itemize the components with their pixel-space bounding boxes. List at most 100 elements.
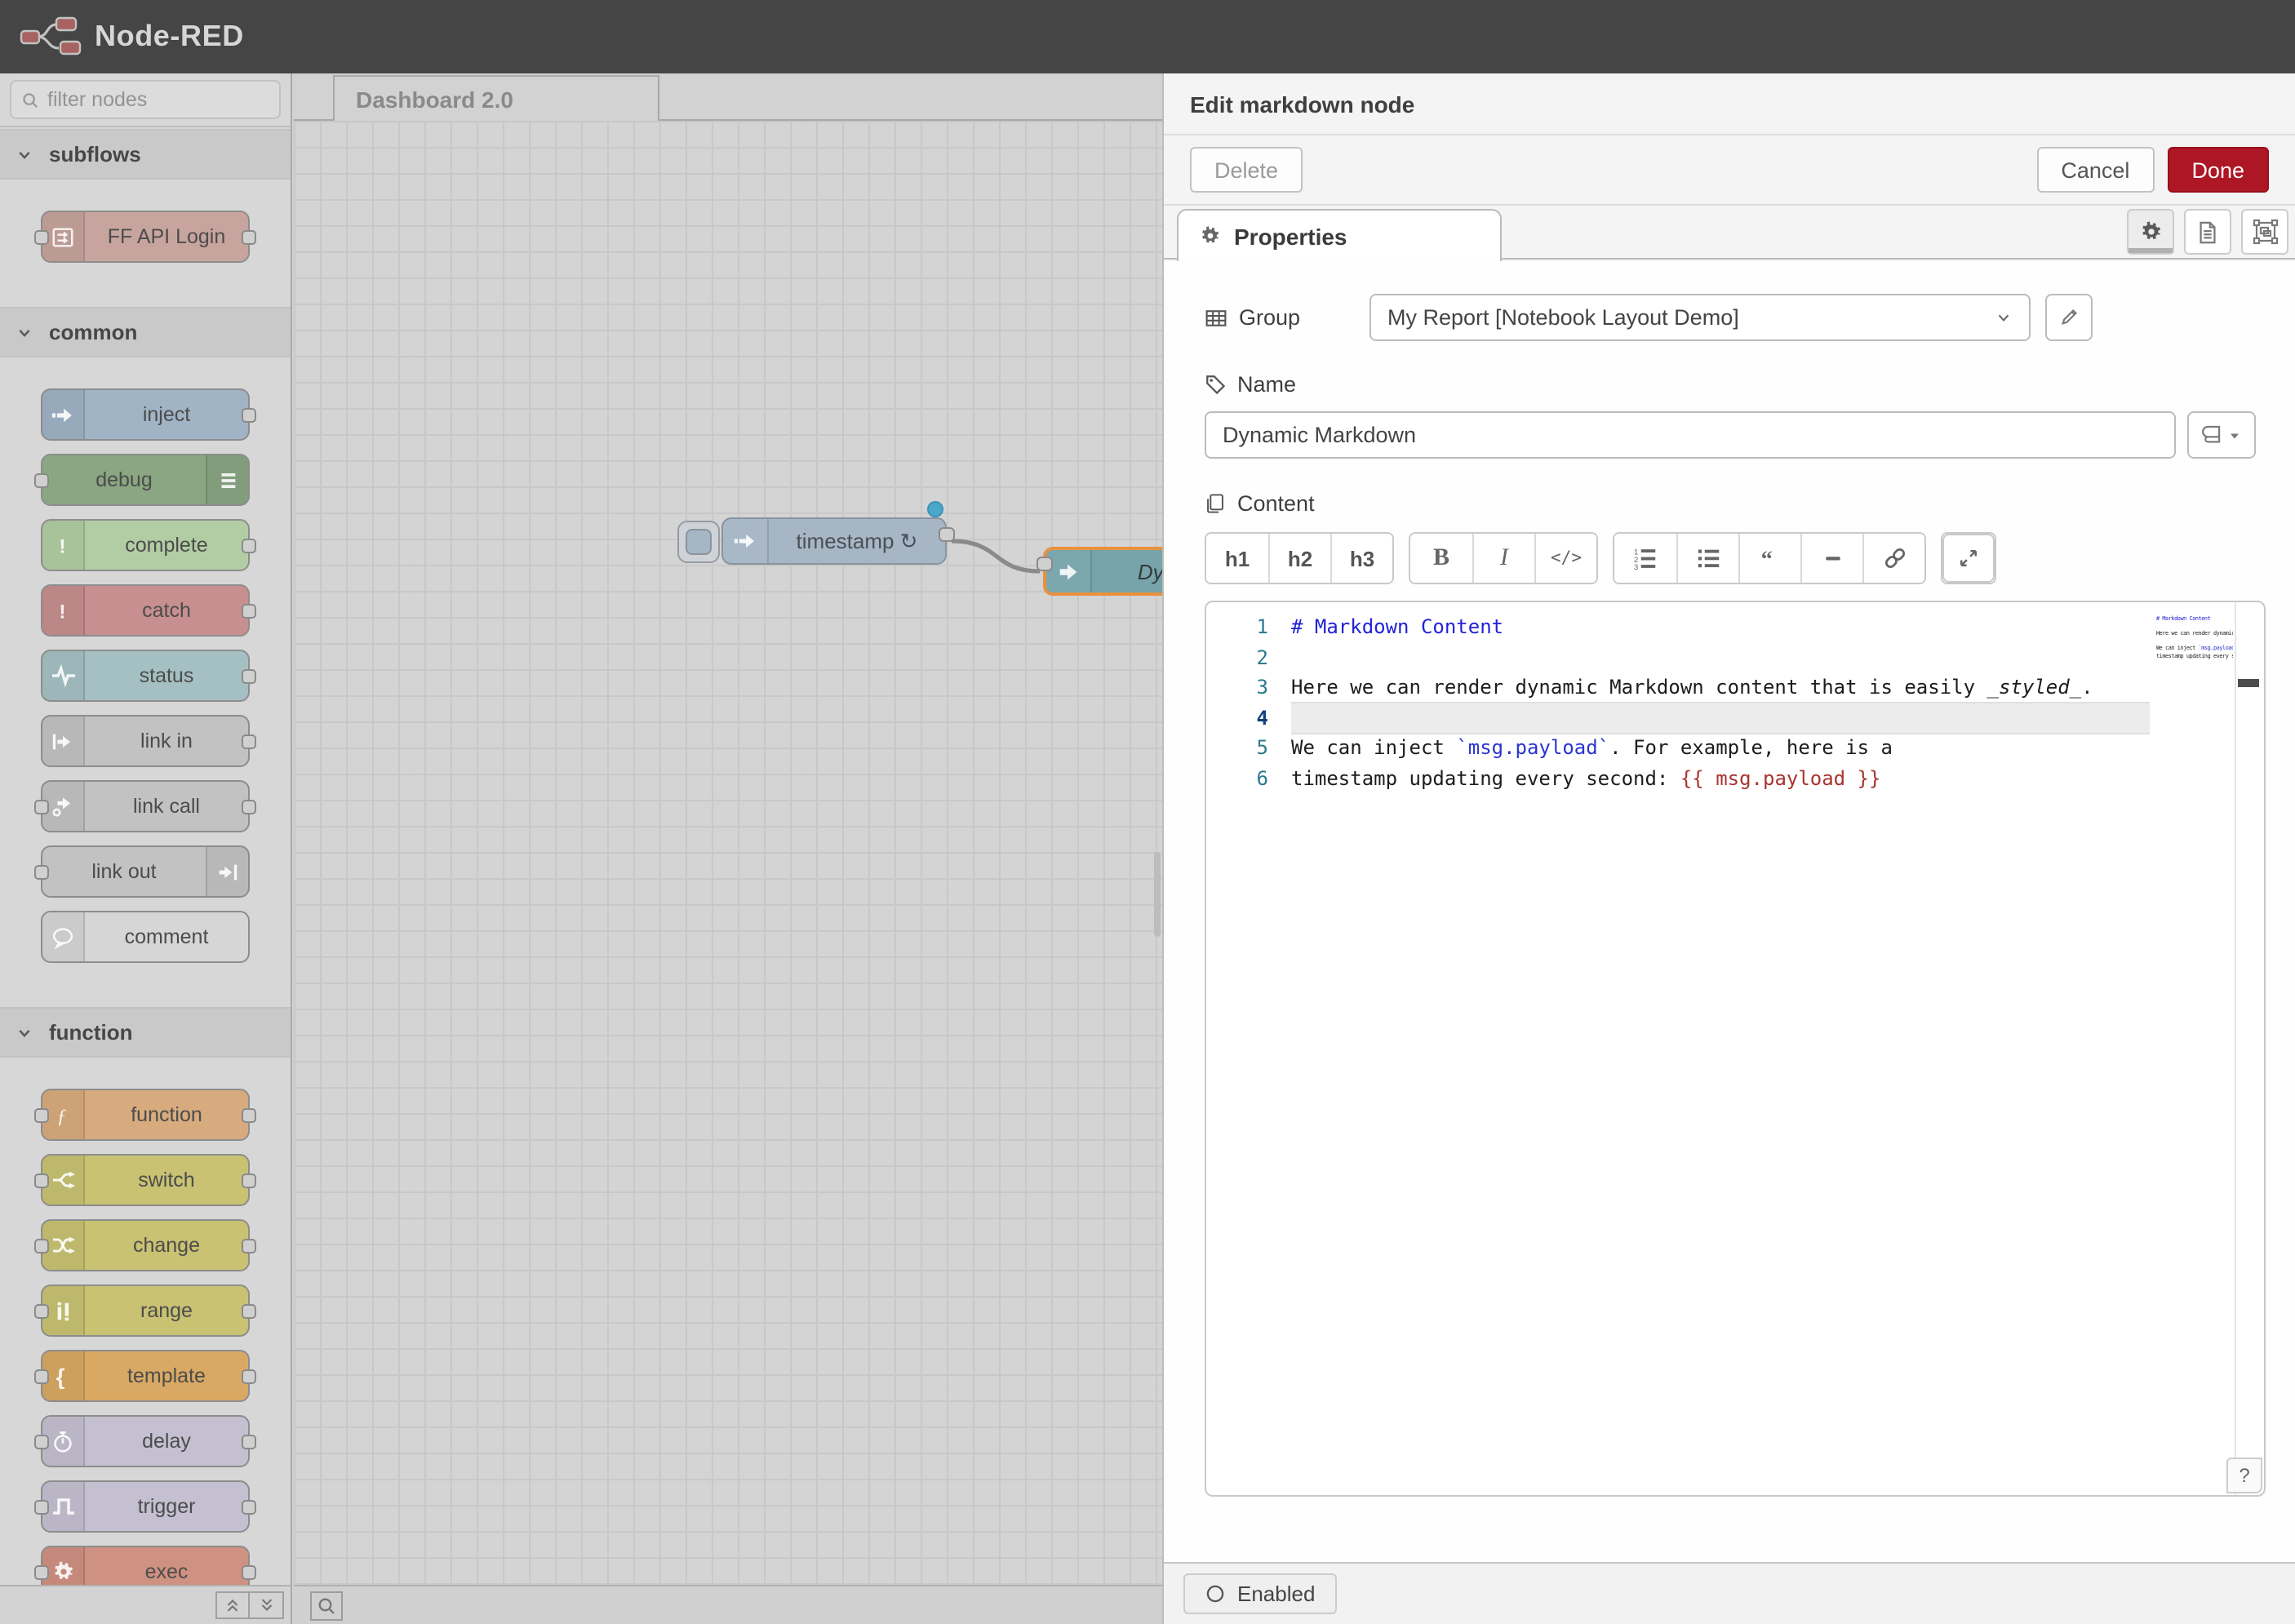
debug-icon (215, 468, 240, 492)
table-icon (1205, 306, 1227, 329)
code-button[interactable]: </> (1534, 534, 1596, 583)
inject-icon (733, 529, 757, 553)
markdown-code-editor[interactable]: 1# Markdown Content23Here we can render … (1205, 601, 2266, 1497)
toolbar-group: h1h2h3 (1205, 532, 1394, 584)
hr-button[interactable] (1800, 534, 1862, 583)
palette-category-body: ƒfunction switch change range {template delay… (0, 1058, 291, 1585)
palette-expand-all-button[interactable] (250, 1591, 284, 1619)
node-input-port[interactable] (1037, 557, 1053, 571)
node-enabled-toggle[interactable]: Enabled (1183, 1573, 1336, 1614)
palette-node-label: delay (85, 1417, 248, 1466)
palette-node-exec[interactable]: exec (41, 1546, 250, 1585)
editor-help-button[interactable]: ? (2226, 1458, 2262, 1493)
palette-node-inject[interactable]: inject (41, 388, 250, 441)
h2-button[interactable]: h2 (1268, 534, 1330, 583)
done-button[interactable]: Done (2167, 147, 2269, 193)
palette-node-catch[interactable]: !catch (41, 584, 250, 637)
function-icon: ƒ (51, 1103, 75, 1127)
editor-scroll-marker[interactable] (2238, 679, 2259, 687)
node-dynamic-markdown[interactable]: Dynamic Markdown (1043, 547, 1162, 596)
code-line: 6timestamp updating every second: {{ msg… (1206, 763, 2264, 793)
flow-canvas: Dashboard 2.0 timestamp ↻ Dynamic Markdo… (294, 73, 1162, 1624)
tab-properties[interactable]: Properties (1177, 209, 1502, 261)
node-red-logo-icon (20, 15, 82, 59)
palette-search-input[interactable]: filter nodes (10, 80, 281, 119)
palette-node-status[interactable]: status (41, 650, 250, 702)
exec-icon (51, 1560, 74, 1583)
toolbar-group (1941, 532, 1996, 584)
tab-dashboard-2.0[interactable]: Dashboard 2.0 (333, 75, 659, 121)
quote-icon: “ (1757, 547, 1783, 570)
name-field-label: Name (1205, 372, 1296, 397)
palette-node-trigger[interactable]: trigger (41, 1480, 250, 1533)
palette-category-label: function (49, 1020, 133, 1045)
palette-category-function[interactable]: function (0, 1007, 291, 1058)
palette-collapse-all-button[interactable] (215, 1591, 250, 1619)
flow-workspace[interactable]: timestamp ↻ Dynamic Markdown (294, 121, 1162, 1585)
palette-node-comment[interactable]: comment (41, 911, 250, 963)
node-output-port[interactable] (939, 526, 955, 541)
content-field-label: Content (1205, 491, 1315, 516)
delay-icon (51, 1429, 75, 1453)
group-select[interactable]: My Report [Notebook Layout Demo] (1369, 294, 2031, 341)
cancel-button[interactable]: Cancel (2036, 147, 2154, 193)
line-text: We can inject `msg.payload`. For example… (1291, 733, 2150, 763)
palette: filter nodes subflows FF API Login common i… (0, 73, 292, 1624)
code-lines: 1# Markdown Content23Here we can render … (1206, 612, 2264, 793)
link-button[interactable] (1862, 534, 1924, 583)
palette-node-link-call[interactable]: link call (41, 780, 250, 832)
node-changed-indicator (927, 501, 943, 517)
palette-node-FF-API-Login[interactable]: FF API Login (41, 211, 250, 263)
edit-node-tray: Edit markdown node Delete Cancel Done Pr… (1162, 73, 2295, 1624)
palette-category-label: subflows (49, 142, 141, 166)
node-port (242, 1173, 256, 1187)
quote-button[interactable]: “ (1738, 534, 1800, 583)
line-number: 3 (1206, 672, 1291, 703)
name-input[interactable] (1205, 411, 2176, 459)
canvas-zoom-search-button[interactable] (310, 1591, 343, 1620)
palette-node-label: FF API Login (85, 212, 248, 261)
node-port (34, 1564, 49, 1579)
chevron-down-icon (1995, 308, 2013, 326)
edit-group-button[interactable] (2045, 294, 2093, 341)
editor-type-button-appearance[interactable] (2241, 209, 2288, 255)
bold-button[interactable]: B (1410, 534, 1472, 583)
node-port (242, 1499, 256, 1514)
line-text: Here we can render dynamic Markdown cont… (1291, 672, 2150, 703)
node-timestamp[interactable]: timestamp ↻ (721, 517, 947, 565)
palette-category-common[interactable]: common (0, 307, 291, 357)
h1-button[interactable]: h1 (1206, 534, 1268, 583)
catch-icon: ! (51, 598, 75, 623)
subflow-icon (51, 224, 75, 249)
editor-type-button-gear[interactable] (2127, 209, 2174, 255)
palette-node-complete[interactable]: !complete (41, 519, 250, 571)
palette-category-label: common (49, 320, 137, 344)
italic-button[interactable]: I (1472, 534, 1534, 583)
inject-icon (51, 402, 75, 427)
node-red-app: Node-RED filter nodes subflowsFF API Log… (0, 0, 2295, 1624)
chevron-down-icon (16, 1024, 33, 1041)
delete-button[interactable]: Delete (1190, 147, 1303, 193)
canvas-vertical-scrollbar[interactable] (1154, 852, 1161, 937)
palette-node-delay[interactable]: delay (41, 1415, 250, 1467)
ordered-list-button[interactable]: 123 (1614, 534, 1676, 583)
expand-editor-button[interactable] (1942, 534, 1995, 583)
palette-category-subflows[interactable]: subflows (0, 129, 291, 180)
palette-node-link-in[interactable]: link in (41, 715, 250, 767)
inject-button[interactable] (677, 521, 720, 563)
comment-icon (51, 925, 75, 949)
node-port (34, 1303, 49, 1318)
unordered-list-button[interactable] (1676, 534, 1738, 583)
palette-node-range[interactable]: range (41, 1285, 250, 1337)
editor-type-button-doc[interactable] (2184, 209, 2231, 255)
palette-node-switch[interactable]: switch (41, 1154, 250, 1206)
palette-node-link-out[interactable]: link out (41, 845, 250, 898)
palette-node-label: exec (85, 1547, 248, 1585)
code-line: 5We can inject `msg.payload`. For exampl… (1206, 733, 2264, 763)
name-type-button[interactable] (2187, 411, 2256, 459)
palette-node-template[interactable]: {template (41, 1350, 250, 1402)
palette-node-function[interactable]: ƒfunction (41, 1089, 250, 1141)
h3-button[interactable]: h3 (1330, 534, 1392, 583)
palette-node-debug[interactable]: debug (41, 454, 250, 506)
palette-node-change[interactable]: change (41, 1219, 250, 1271)
